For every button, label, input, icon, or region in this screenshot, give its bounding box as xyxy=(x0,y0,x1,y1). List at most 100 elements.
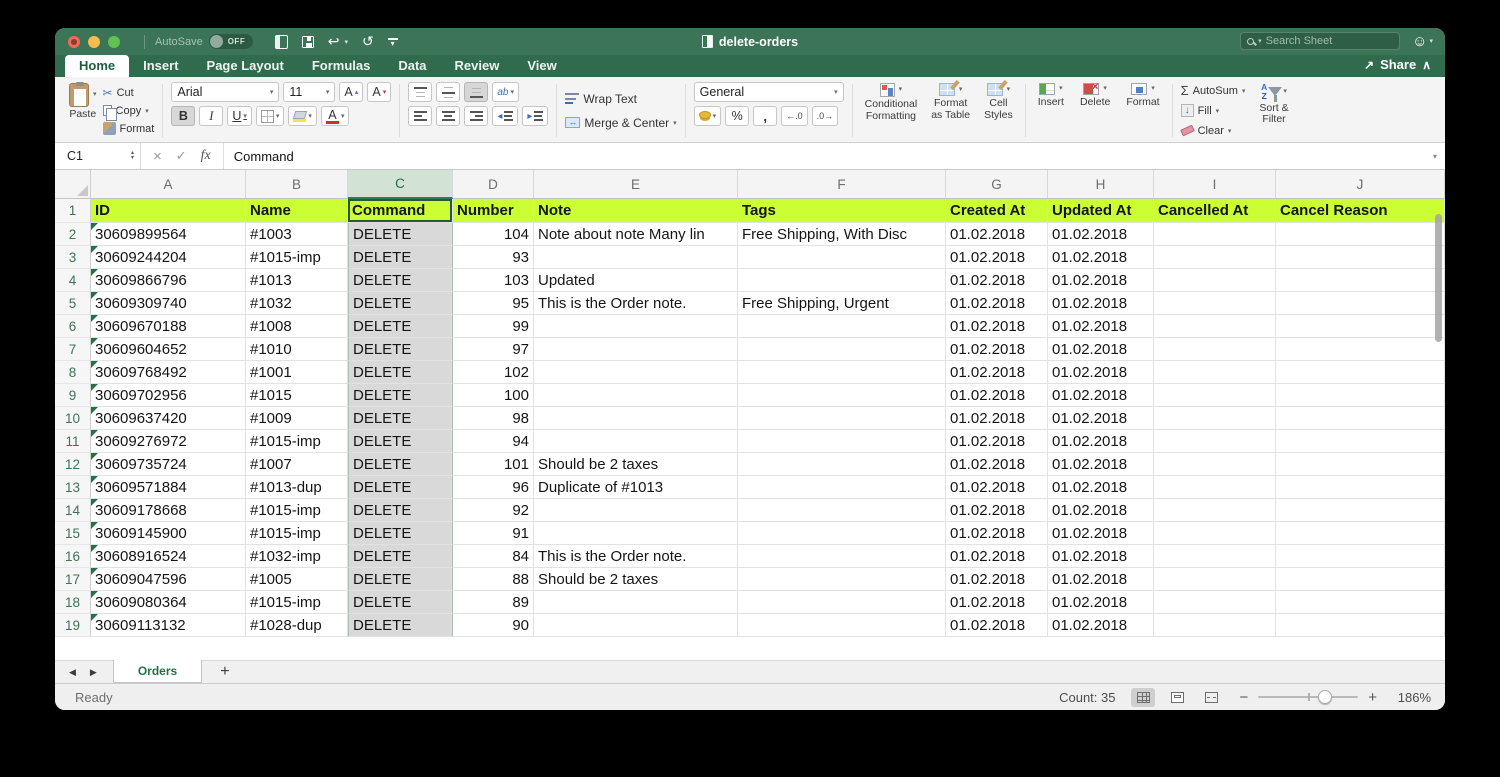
cell-A9[interactable]: 30609702956 xyxy=(91,384,246,407)
cell-I1[interactable]: Cancelled At xyxy=(1154,199,1276,223)
insert-cells-button[interactable]: ▾ Insert xyxy=(1034,82,1068,139)
row-header-2[interactable]: 2 xyxy=(55,223,91,246)
page-layout-view-button[interactable] xyxy=(1165,688,1189,707)
cell-E18[interactable] xyxy=(534,591,738,614)
cell-E11[interactable] xyxy=(534,430,738,453)
cell-J5[interactable] xyxy=(1276,292,1445,315)
cell-I16[interactable] xyxy=(1154,545,1276,568)
paste-button[interactable]: ▾ Paste xyxy=(65,82,101,139)
orientation-button[interactable]: ab▾ xyxy=(492,82,519,102)
cell-G5[interactable]: 01.02.2018 xyxy=(946,292,1048,315)
column-header-A[interactable]: A xyxy=(91,170,246,199)
cell-C13[interactable]: DELETE xyxy=(348,476,453,499)
cell-C8[interactable]: DELETE xyxy=(348,361,453,384)
row-header-9[interactable]: 9 xyxy=(55,384,91,407)
add-sheet-button[interactable]: + xyxy=(202,661,247,683)
cell-E1[interactable]: Note xyxy=(534,199,738,223)
format-cells-button[interactable]: ▾ Format xyxy=(1122,82,1163,139)
cell-D10[interactable]: 98 xyxy=(453,407,534,430)
cell-J16[interactable] xyxy=(1276,545,1445,568)
cell-H3[interactable]: 01.02.2018 xyxy=(1048,246,1154,269)
row-header-14[interactable]: 14 xyxy=(55,499,91,522)
row-header-11[interactable]: 11 xyxy=(55,430,91,453)
column-header-C[interactable]: C xyxy=(348,170,453,199)
cell-G18[interactable]: 01.02.2018 xyxy=(946,591,1048,614)
align-right-button[interactable] xyxy=(464,106,488,126)
cell-G19[interactable]: 01.02.2018 xyxy=(946,614,1048,637)
cell-E3[interactable] xyxy=(534,246,738,269)
cell-A3[interactable]: 30609244204 xyxy=(91,246,246,269)
cell-F4[interactable] xyxy=(738,269,946,292)
cell-H4[interactable]: 01.02.2018 xyxy=(1048,269,1154,292)
cell-F11[interactable] xyxy=(738,430,946,453)
cell-F9[interactable] xyxy=(738,384,946,407)
cell-J11[interactable] xyxy=(1276,430,1445,453)
row-header-18[interactable]: 18 xyxy=(55,591,91,614)
cell-E5[interactable]: This is the Order note. xyxy=(534,292,738,315)
cell-E10[interactable] xyxy=(534,407,738,430)
cell-J12[interactable] xyxy=(1276,453,1445,476)
page-break-view-button[interactable] xyxy=(1199,688,1223,707)
clear-button[interactable]: Clear ▾ xyxy=(1181,122,1246,139)
cell-D13[interactable]: 96 xyxy=(453,476,534,499)
cell-B10[interactable]: #1009 xyxy=(246,407,348,430)
cell-E17[interactable]: Should be 2 taxes xyxy=(534,568,738,591)
cell-C18[interactable]: DELETE xyxy=(348,591,453,614)
cell-F16[interactable] xyxy=(738,545,946,568)
cell-A14[interactable]: 30609178668 xyxy=(91,499,246,522)
cell-styles-button[interactable]: ▾ CellStyles xyxy=(980,82,1017,139)
cell-B5[interactable]: #1032 xyxy=(246,292,348,315)
cell-H5[interactable]: 01.02.2018 xyxy=(1048,292,1154,315)
cell-E16[interactable]: This is the Order note. xyxy=(534,545,738,568)
cell-H1[interactable]: Updated At xyxy=(1048,199,1154,223)
cell-A6[interactable]: 30609670188 xyxy=(91,315,246,338)
cell-H10[interactable]: 01.02.2018 xyxy=(1048,407,1154,430)
cell-J15[interactable] xyxy=(1276,522,1445,545)
zoom-slider-thumb[interactable] xyxy=(1318,690,1332,704)
collapse-ribbon-icon[interactable]: ∧ xyxy=(1422,58,1431,72)
minimize-window-button[interactable] xyxy=(88,36,100,48)
redo-icon[interactable]: ↺ xyxy=(362,33,374,50)
print-preview-icon[interactable] xyxy=(275,35,288,49)
cell-B6[interactable]: #1008 xyxy=(246,315,348,338)
cell-D15[interactable]: 91 xyxy=(453,522,534,545)
cancel-entry-icon[interactable]: × xyxy=(153,148,162,165)
undo-icon[interactable]: ↩ xyxy=(328,33,340,50)
cell-I11[interactable] xyxy=(1154,430,1276,453)
cell-C5[interactable]: DELETE xyxy=(348,292,453,315)
cell-A16[interactable]: 30608916524 xyxy=(91,545,246,568)
cell-E6[interactable] xyxy=(534,315,738,338)
cell-H16[interactable]: 01.02.2018 xyxy=(1048,545,1154,568)
row-header-6[interactable]: 6 xyxy=(55,315,91,338)
row-header-17[interactable]: 17 xyxy=(55,568,91,591)
cell-C1[interactable]: Command xyxy=(348,199,453,223)
cell-I18[interactable] xyxy=(1154,591,1276,614)
format-as-table-button[interactable]: ▾ Formatas Table xyxy=(927,82,974,139)
cell-A5[interactable]: 30609309740 xyxy=(91,292,246,315)
column-header-I[interactable]: I xyxy=(1154,170,1276,199)
cell-F10[interactable] xyxy=(738,407,946,430)
cell-B1[interactable]: Name xyxy=(246,199,348,223)
cell-G7[interactable]: 01.02.2018 xyxy=(946,338,1048,361)
cell-G15[interactable]: 01.02.2018 xyxy=(946,522,1048,545)
cell-E13[interactable]: Duplicate of #1013 xyxy=(534,476,738,499)
cell-D8[interactable]: 102 xyxy=(453,361,534,384)
cell-I2[interactable] xyxy=(1154,223,1276,246)
tab-insert[interactable]: Insert xyxy=(129,55,192,77)
cell-A15[interactable]: 30609145900 xyxy=(91,522,246,545)
cell-F14[interactable] xyxy=(738,499,946,522)
cell-E14[interactable] xyxy=(534,499,738,522)
autosave-toggle[interactable]: OFF xyxy=(209,34,253,49)
row-header-16[interactable]: 16 xyxy=(55,545,91,568)
cell-E9[interactable] xyxy=(534,384,738,407)
cell-H2[interactable]: 01.02.2018 xyxy=(1048,223,1154,246)
cell-A12[interactable]: 30609735724 xyxy=(91,453,246,476)
cell-B4[interactable]: #1013 xyxy=(246,269,348,292)
cut-button[interactable]: ✂ Cut xyxy=(103,84,155,101)
vertical-scrollbar[interactable] xyxy=(1435,214,1442,342)
cell-C16[interactable]: DELETE xyxy=(348,545,453,568)
wrap-text-button[interactable]: Wrap Text xyxy=(565,89,676,109)
cell-C4[interactable]: DELETE xyxy=(348,269,453,292)
share-icon[interactable]: ↗ xyxy=(1364,58,1374,72)
cell-A17[interactable]: 30609047596 xyxy=(91,568,246,591)
